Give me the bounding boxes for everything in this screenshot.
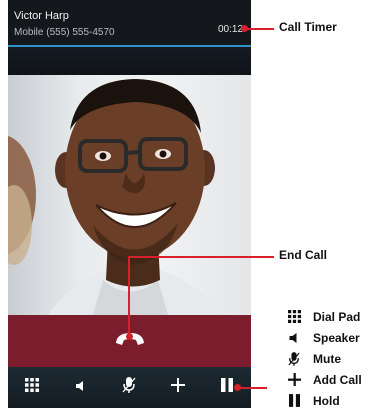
- header-band: [8, 47, 251, 75]
- caller-name: Victor Harp: [14, 10, 69, 22]
- legend-dial-pad: Dial Pad: [286, 306, 380, 327]
- phone-screen: Victor Harp Mobile (555) 555-4570 00:12: [8, 0, 251, 408]
- call-timer: 00:12: [217, 24, 243, 35]
- call-toolbar: [8, 367, 251, 408]
- hold-callout-line: [237, 387, 267, 389]
- mute-button[interactable]: [116, 375, 142, 401]
- dial-pad-button[interactable]: [19, 375, 45, 401]
- legend-hold: Hold: [286, 390, 380, 411]
- speaker-button[interactable]: [68, 375, 94, 401]
- call-timer-callout-line: [244, 28, 274, 30]
- speaker-icon: [75, 379, 87, 397]
- pause-icon: [220, 378, 233, 397]
- dialpad-icon: [25, 378, 40, 397]
- legend-mute: Mute: [286, 348, 380, 369]
- end-call-callout: End Call: [279, 248, 328, 262]
- end-call-callout-vertical: [128, 256, 130, 336]
- pause-icon: [286, 393, 302, 409]
- dialpad-icon: [286, 309, 302, 325]
- plus-icon: [286, 372, 302, 388]
- end-call-callout-dot: [125, 333, 133, 340]
- microphone-icon: [122, 376, 136, 399]
- end-call-callout-line: [128, 256, 274, 258]
- call-header: Victor Harp Mobile (555) 555-4570 00:12: [8, 0, 251, 47]
- plus-icon: [171, 378, 186, 397]
- caller-number: Mobile (555) 555-4570: [14, 27, 115, 38]
- toolbar-legend: Dial Pad Speaker Mute Add Call Hold: [286, 306, 380, 411]
- legend-dial-pad-label: Dial Pad: [313, 309, 361, 324]
- legend-add-call: Add Call: [286, 369, 380, 390]
- end-call-button[interactable]: [104, 324, 156, 358]
- legend-speaker-label: Speaker: [313, 330, 360, 345]
- call-timer-callout-dot: [241, 25, 248, 32]
- add-call-button[interactable]: [165, 375, 191, 401]
- hold-callout-dot: [234, 384, 241, 391]
- speaker-icon: [286, 330, 302, 346]
- legend-add-call-label: Add Call: [313, 372, 362, 387]
- legend-mute-label: Mute: [313, 351, 341, 366]
- microphone-icon: [286, 351, 302, 367]
- legend-speaker: Speaker: [286, 327, 380, 348]
- legend-hold-label: Hold: [313, 393, 340, 408]
- call-timer-callout: Call Timer: [279, 20, 337, 34]
